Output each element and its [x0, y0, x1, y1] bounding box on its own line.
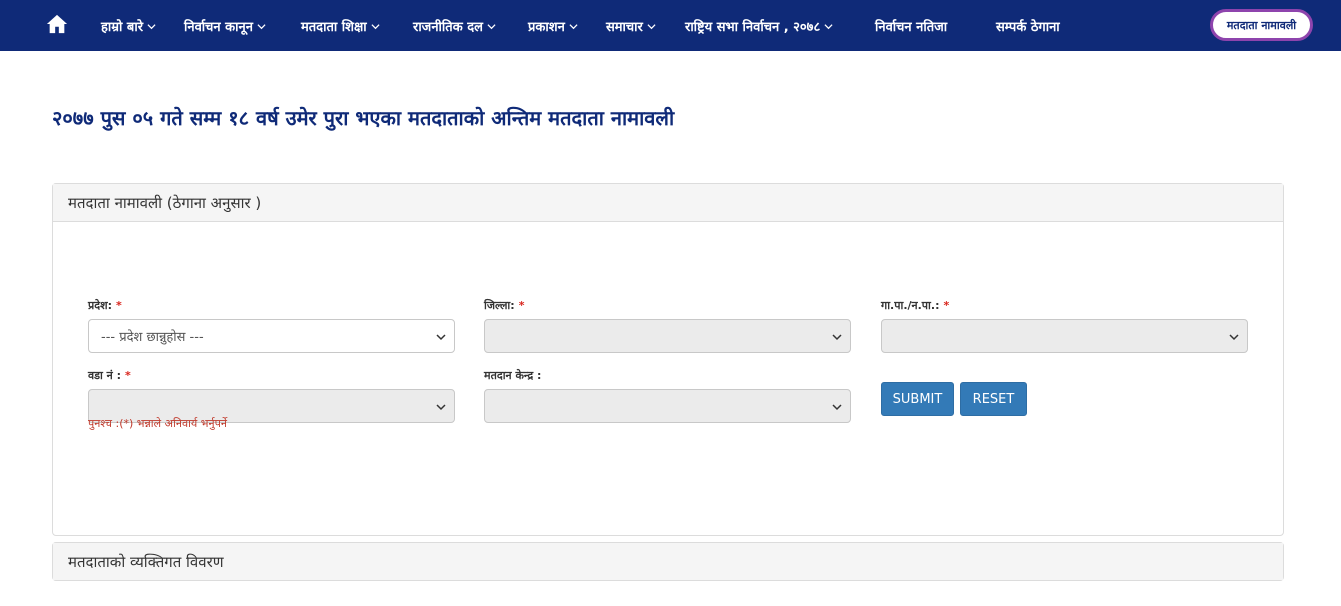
nav-item-label: समाचार: [606, 20, 643, 35]
chevron-down-icon: [487, 23, 496, 29]
nav-item-label: निर्वाचन कानून: [184, 20, 253, 35]
municipality-select[interactable]: [881, 319, 1248, 353]
chevron-down-icon: [257, 23, 266, 29]
polling-center-select[interactable]: [484, 389, 851, 423]
voter-details-panel[interactable]: मतदाताको व्यक्तिगत विवरण: [52, 542, 1284, 581]
chevron-down-icon: [647, 23, 656, 29]
district-select[interactable]: [484, 319, 851, 353]
nav-item-election-law[interactable]: निर्वाचन कानून: [184, 15, 266, 37]
nav-item-label: निर्वाचन नतिजा: [875, 20, 948, 35]
chevron-down-icon: [436, 334, 446, 341]
chevron-down-icon: [147, 23, 156, 29]
nav-item-publications[interactable]: प्रकाशन: [528, 15, 578, 37]
chevron-down-icon: [832, 404, 842, 411]
required-mark: *: [943, 299, 950, 312]
ward-label-text: वडा नं :: [88, 369, 122, 382]
chevron-down-icon: [1229, 334, 1239, 341]
chevron-down-icon: [832, 334, 842, 341]
nav-item-voter-education[interactable]: मतदाता शिक्षा: [301, 15, 380, 37]
reset-button[interactable]: RESET: [960, 382, 1027, 416]
chevron-down-icon: [436, 404, 446, 411]
province-label-text: प्रदेश:: [88, 299, 112, 312]
district-label: जिल्ला: *: [484, 298, 524, 313]
nav-item-label: प्रकाशन: [528, 20, 565, 35]
submit-button[interactable]: SUBMIT: [881, 382, 954, 416]
nav-item-label: राष्ट्रिय सभा निर्वाचन , २०७८: [685, 20, 821, 35]
search-panel: मतदाता नामावली (ठेगाना अनुसार ) प्रदेश: *…: [52, 183, 1284, 536]
nav-item-about[interactable]: हाम्रो बारे: [101, 15, 156, 37]
nav-item-label: सम्पर्क ठेगाना: [996, 20, 1060, 35]
nav-item-label: मतदाता शिक्षा: [301, 20, 367, 35]
required-mark: *: [115, 299, 122, 312]
municipality-label-text: गा.पा./न.पा.:: [881, 299, 940, 312]
required-mark: *: [125, 369, 131, 382]
chevron-down-icon: [371, 23, 380, 29]
province-select[interactable]: --- प्रदेश छान्नुहोस ---: [88, 319, 455, 353]
search-panel-heading: मतदाता नामावली (ठेगाना अनुसार ): [53, 184, 1283, 222]
nav-item-political-parties[interactable]: राजनीतिक दल: [413, 15, 496, 37]
nav-item-label: हाम्रो बारे: [101, 20, 144, 35]
chevron-down-icon: [824, 23, 833, 29]
municipality-label: गा.पा./न.पा.: *: [881, 298, 949, 313]
nav-item-contact[interactable]: सम्पर्क ठेगाना: [996, 15, 1060, 37]
nav-item-label: राजनीतिक दल: [413, 20, 483, 35]
province-select-value: --- प्रदेश छान्नुहोस ---: [101, 330, 204, 345]
page-title: २०७७ पुस ०५ गते सम्म १८ वर्ष उमेर पुरा भ…: [52, 106, 675, 130]
voter-list-button[interactable]: मतदाता नामावली: [1210, 9, 1313, 41]
nav-item-election-results[interactable]: निर्वाचन नतिजा: [875, 15, 947, 37]
required-mark: *: [518, 299, 525, 312]
top-navbar: हाम्रो बारे निर्वाचन कानून मतदाता शिक्षा…: [0, 0, 1341, 51]
nav-item-national-assembly-election[interactable]: राष्ट्रिय सभा निर्वाचन , २०७८: [685, 15, 833, 37]
province-label: प्रदेश: *: [88, 298, 122, 313]
voter-details-heading: मतदाताको व्यक्तिगत विवरण: [53, 543, 1283, 580]
required-note: पुनश्च :(*) भन्नाले अनिवार्य भर्नुपर्ने: [88, 417, 227, 430]
polling-center-label: मतदान केन्द्र :: [484, 368, 541, 383]
chevron-down-icon: [569, 23, 578, 29]
district-label-text: जिल्ला:: [484, 299, 515, 312]
nav-item-news[interactable]: समाचार: [606, 15, 656, 37]
home-icon[interactable]: [46, 13, 68, 35]
polling-center-label-text: मतदान केन्द्र :: [484, 369, 542, 382]
ward-label: वडा नं : *: [88, 368, 131, 383]
